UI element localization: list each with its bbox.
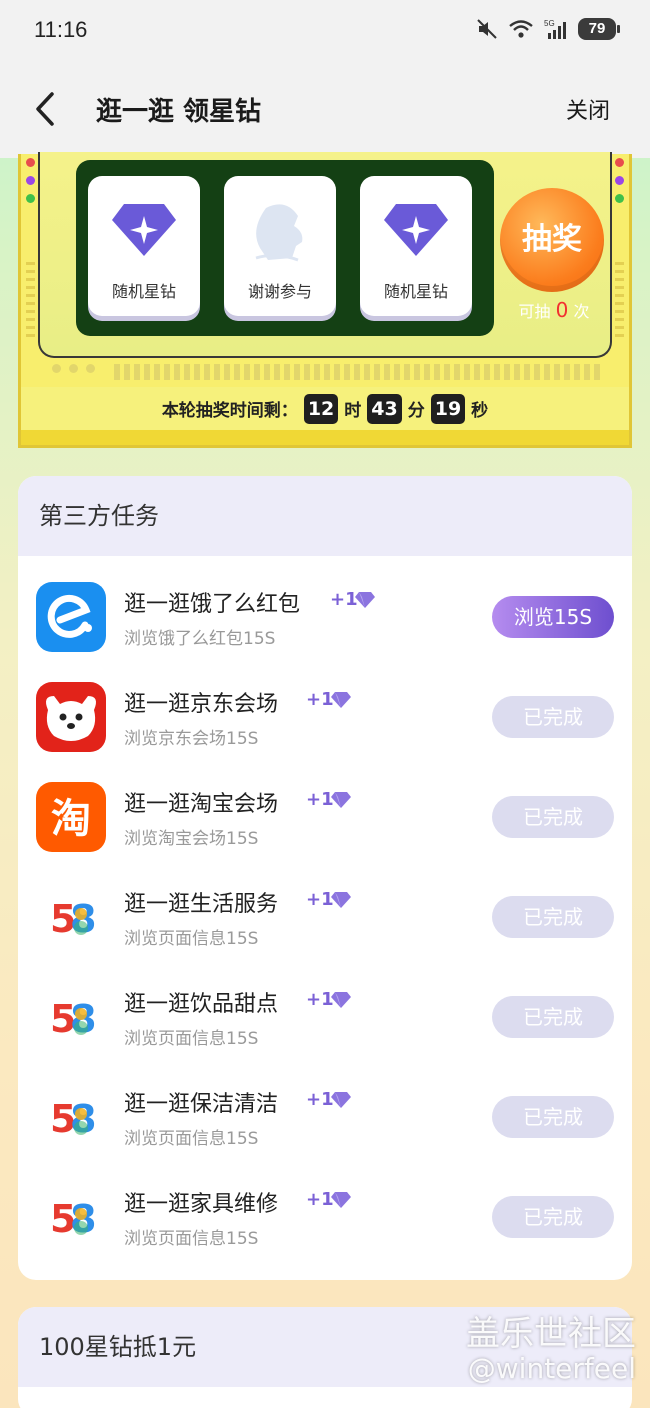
task-row: 58 逛一逛生活服务 +1 浏览页面信息15S 已完成: [18, 870, 632, 970]
task-subtitle: 浏览淘宝会场15S: [124, 829, 259, 849]
wifi-icon: [509, 20, 533, 38]
status-icons: 5G 79: [476, 18, 620, 40]
task-row: 58 逛一逛保洁清洁 +1 浏览页面信息15S 已完成: [18, 1070, 632, 1170]
diamond-icon: [331, 892, 351, 908]
prize-slot-3: 随机星钻: [360, 176, 472, 316]
58-icon: 58: [50, 1197, 96, 1241]
close-button[interactable]: 关闭: [566, 93, 610, 125]
draw-count: 可抽 0 次: [502, 298, 606, 322]
lamp-decoration: [26, 176, 35, 185]
draw-count-value: 0: [555, 298, 569, 322]
thanks-character-icon: [255, 204, 303, 262]
lamp-decoration: [615, 194, 624, 203]
diamond-icon: [331, 692, 351, 708]
machine-bars: [114, 364, 604, 380]
countdown-timer: 本轮抽奖时间剩： 12 时 43 分 19 秒: [18, 387, 632, 430]
task-card-title: 第三方任务: [18, 476, 632, 556]
prize-slot-2: 谢谢参与: [224, 176, 336, 316]
eleme-icon: [36, 582, 106, 652]
watermark-title: 盖乐世社区: [466, 1314, 636, 1354]
task-title: 逛一逛家具维修: [124, 1192, 279, 1217]
signal-icon: 5G: [544, 19, 566, 39]
completed-button[interactable]: 已完成: [492, 696, 614, 738]
completed-button[interactable]: 已完成: [492, 1196, 614, 1238]
prize-label: 随机星钻: [383, 282, 448, 301]
side-stripe: [615, 262, 624, 342]
svg-text:淘: 淘: [51, 796, 91, 842]
task-subtitle: 浏览京东会场15S: [124, 729, 259, 749]
task-title: 逛一逛淘宝会场: [124, 792, 279, 817]
timer-hours: 12: [303, 393, 339, 424]
task-row: 淘 逛一逛淘宝会场 +1 浏览淘宝会场15S 已完成: [18, 770, 632, 870]
task-card: 第三方任务 逛一逛饿了么红包 +1 浏览饿了么红包15S 浏览15S 逛一逛京东…: [18, 476, 632, 1280]
task-title: 逛一逛生活服务: [124, 892, 279, 917]
task-subtitle: 浏览页面信息15S: [124, 1029, 259, 1049]
diamond-icon: [331, 792, 351, 808]
timer-minutes: 43: [367, 393, 402, 424]
task-title: 逛一逛保洁清洁: [124, 1092, 279, 1117]
mute-icon: [477, 19, 497, 39]
58-icon: 58: [50, 1097, 96, 1141]
taobao-icon: 淘: [36, 782, 106, 852]
machine-dots: [52, 364, 95, 373]
diamond-icon: [331, 1092, 351, 1108]
diamond-icon: [384, 204, 448, 256]
page-title: 逛一逛 领星钻: [96, 97, 262, 127]
prize-screen: 随机星钻 谢谢参与 随机星钻: [76, 160, 494, 336]
timer-seconds: 19: [430, 393, 466, 424]
prize-slot-1: 随机星钻: [88, 176, 200, 316]
timer-hours-unit: 时: [344, 401, 362, 421]
draw-count-suffix: 次: [573, 302, 590, 321]
back-arrow-icon[interactable]: [26, 84, 66, 134]
task-title: 逛一逛饿了么红包: [124, 592, 301, 617]
lottery-machine: 随机星钻 谢谢参与 随机星钻 抽奖 可抽 0 次 本轮抽奖时间剩： 12 时 4…: [18, 152, 632, 448]
diamond-icon: [331, 1192, 351, 1208]
diamond-icon: [331, 992, 351, 1008]
side-stripe: [26, 262, 35, 342]
58-icon: 58: [50, 897, 96, 941]
lamp-decoration: [26, 158, 35, 167]
task-title: 逛一逛饮品甜点: [124, 992, 279, 1017]
timer-label: 本轮抽奖时间剩：: [161, 401, 298, 421]
diamond-icon: [355, 592, 375, 608]
completed-button[interactable]: 已完成: [492, 796, 614, 838]
status-time: 11:16: [34, 17, 88, 42]
task-subtitle: 浏览饿了么红包15S: [124, 629, 276, 649]
svg-text:5G: 5G: [544, 19, 555, 28]
timer-minutes-unit: 分: [407, 401, 425, 421]
status-bar: 11:16 5G 79: [0, 0, 650, 62]
lamp-decoration: [615, 158, 624, 167]
task-title: 逛一逛京东会场: [124, 692, 279, 717]
draw-count-prefix: 可抽: [518, 302, 551, 321]
task-row: 逛一逛京东会场 +1 浏览京东会场15S 已完成: [18, 670, 632, 770]
task-subtitle: 浏览页面信息15S: [124, 1129, 259, 1149]
timer-seconds-unit: 秒: [471, 401, 489, 421]
lamp-decoration: [615, 176, 624, 185]
task-subtitle: 浏览页面信息15S: [124, 1229, 259, 1249]
task-subtitle: 浏览页面信息15S: [124, 929, 259, 949]
battery-indicator: 79: [578, 18, 620, 40]
browse-button[interactable]: 浏览15S: [492, 596, 614, 638]
machine-base: [18, 430, 632, 448]
task-row: 58 逛一逛家具维修 +1 浏览页面信息15S 已完成: [18, 1170, 632, 1270]
58-icon: 58: [50, 997, 96, 1041]
watermark-handle: @winterfeel: [467, 1352, 636, 1385]
completed-button[interactable]: 已完成: [492, 1096, 614, 1138]
nav-bar: 逛一逛 领星钻 关闭: [0, 62, 650, 158]
task-row: 58 逛一逛饮品甜点 +1 浏览页面信息15S 已完成: [18, 970, 632, 1070]
task-row: 逛一逛饿了么红包 +1 浏览饿了么红包15S 浏览15S: [18, 570, 632, 670]
draw-button[interactable]: 抽奖: [500, 188, 604, 292]
prize-label: 随机星钻: [111, 282, 176, 301]
prize-label: 谢谢参与: [247, 282, 312, 301]
lamp-decoration: [26, 194, 35, 203]
completed-button[interactable]: 已完成: [492, 896, 614, 938]
completed-button[interactable]: 已完成: [492, 996, 614, 1038]
jd-icon: [36, 682, 106, 752]
diamond-icon: [112, 204, 176, 256]
